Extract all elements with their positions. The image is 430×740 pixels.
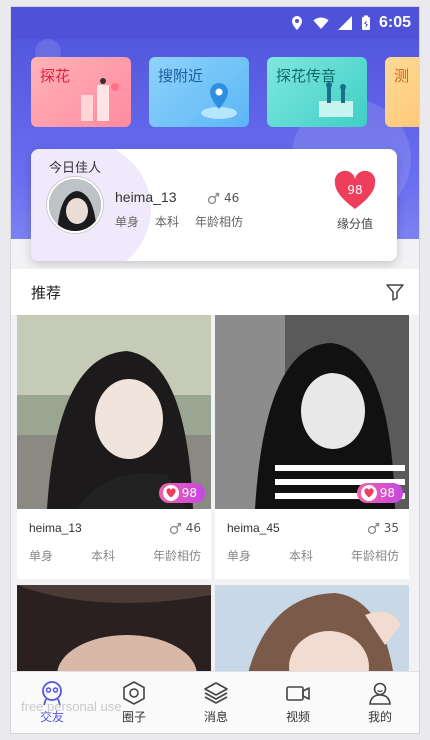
status-time: 6:05 (378, 14, 411, 31)
category-card-voice[interactable]: 探花传音 (267, 57, 367, 127)
tag: 本科 (155, 215, 180, 229)
tab-label: 消息 (203, 710, 228, 724)
user-card[interactable] (17, 585, 211, 715)
user-icon (369, 682, 391, 705)
score-value: 98 (347, 183, 363, 197)
user-name: heima_13 (29, 521, 82, 535)
tab-label: 视频 (285, 710, 310, 724)
location-pin-illustration-icon (201, 83, 237, 119)
category-card-tanhua[interactable]: 探花 (31, 57, 131, 127)
tab-me[interactable]: 我的 (339, 672, 419, 733)
user-photo: 98 (17, 315, 211, 509)
user-card[interactable]: 98 heima_13 46 单身 本科 年龄相仿 (17, 315, 211, 579)
match-score: 98 缘分值 (331, 170, 379, 232)
phone-screen: 6:05 探花 搜附近 探花传音 测 今日佳人 heima_13 46 单身 本… (10, 6, 420, 734)
tag: 单身 (29, 549, 54, 563)
today-star-card[interactable]: 今日佳人 heima_13 46 单身 本科 年龄相仿 98 缘分值 (31, 149, 397, 261)
face-icon (42, 681, 62, 706)
recommend-grid: 98 heima_13 46 单身 本科 年龄相仿 98 heima_45 35… (17, 315, 415, 715)
filter-icon[interactable] (385, 282, 405, 302)
category-card-test[interactable]: 测 (385, 57, 419, 127)
user-card[interactable] (215, 585, 409, 703)
layers-icon (204, 682, 228, 704)
gender-age: 35 (367, 521, 399, 535)
category-row: 探花 搜附近 探花传音 测 (31, 57, 419, 127)
user-tags: 单身 本科 年龄相仿 (29, 547, 201, 564)
tag: 本科 (90, 549, 115, 563)
user-age: 46 (185, 521, 201, 535)
user-name: heima_45 (227, 521, 280, 535)
gender-age: 46 (207, 191, 239, 205)
score-value: 98 (379, 486, 395, 500)
today-star-tags: 单身 本科 年龄相仿 (115, 213, 243, 230)
tab-messages[interactable]: 消息 (175, 672, 257, 733)
score-badge: 98 (158, 483, 205, 503)
people-illustration-icon (319, 82, 353, 117)
tab-label: 我的 (367, 710, 392, 724)
avatar[interactable] (47, 177, 103, 233)
status-bar: 6:05 (11, 7, 419, 39)
tag: 单身 (115, 215, 140, 229)
battery-icon (361, 15, 370, 30)
category-label: 探花 (40, 67, 71, 85)
tab-video[interactable]: 视频 (257, 672, 339, 733)
score-value: 98 (181, 486, 197, 500)
tab-friends[interactable]: 交友 (11, 672, 93, 733)
tag: 本科 (288, 549, 313, 563)
category-label: 测 (394, 67, 410, 85)
video-camera-icon (286, 686, 310, 701)
today-star-age: 46 (224, 191, 240, 205)
tag: 年龄相仿 (195, 215, 244, 229)
wifi-icon (313, 17, 329, 29)
today-star-title: 今日佳人 (49, 161, 102, 176)
signal-icon (337, 16, 352, 30)
user-photo: 98 (215, 315, 409, 509)
hexagon-icon (123, 681, 145, 705)
heart-icon (162, 485, 179, 501)
score-badge: 98 (356, 483, 403, 503)
heart-icon: 98 (333, 170, 377, 211)
location-icon (291, 16, 302, 30)
tag: 年龄相仿 (152, 549, 201, 563)
tab-label: 圈子 (121, 710, 146, 724)
user-photo (17, 585, 211, 715)
gender-age: 46 (169, 521, 201, 535)
male-icon (207, 192, 220, 204)
podium-illustration-icon (81, 78, 119, 121)
user-age: 35 (383, 521, 399, 535)
tab-circle[interactable]: 圈子 (93, 672, 175, 733)
tab-label: 交友 (39, 710, 64, 724)
user-photo (215, 585, 409, 703)
recommend-header: 推荐 (11, 269, 419, 315)
bottom-tab-bar: 交友 圈子 消息 视频 我的 (11, 671, 419, 733)
score-label: 缘分值 (336, 217, 373, 231)
heart-icon (360, 485, 377, 501)
male-icon (169, 522, 181, 534)
user-tags: 单身 本科 年龄相仿 (227, 547, 399, 564)
today-star-name: heima_13 (115, 189, 177, 205)
male-icon (367, 522, 379, 534)
category-card-nearby[interactable]: 搜附近 (149, 57, 249, 127)
tag: 单身 (227, 549, 252, 563)
recommend-title: 推荐 (31, 284, 62, 302)
user-card[interactable]: 98 heima_45 35 单身 本科 年龄相仿 (215, 315, 409, 579)
tag: 年龄相仿 (350, 549, 399, 563)
